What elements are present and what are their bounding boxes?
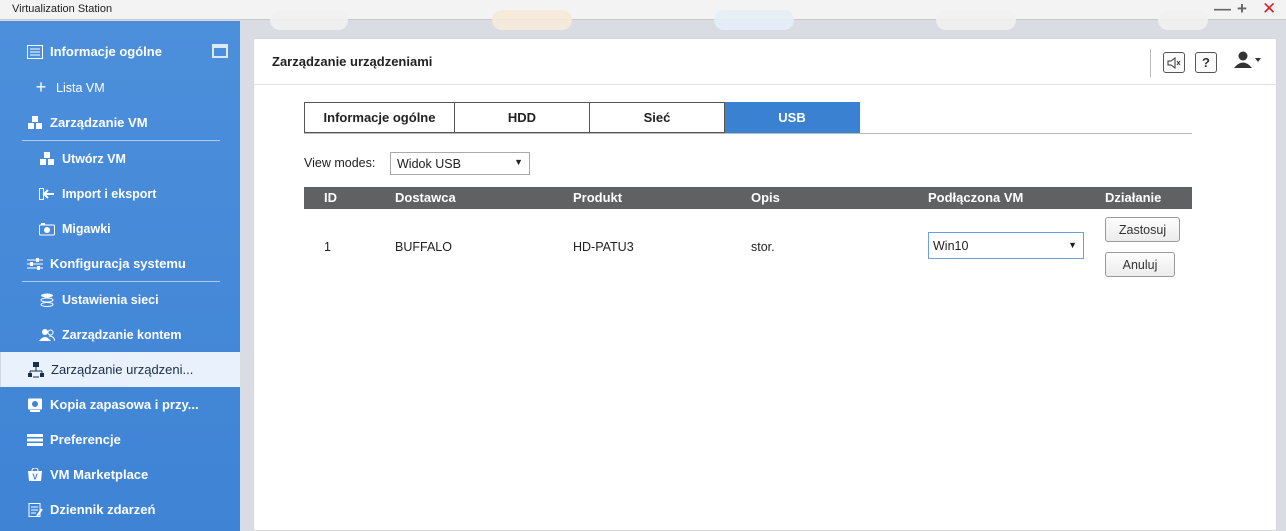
sidebar-item-import-export[interactable]: Import i eksport bbox=[0, 176, 240, 211]
layout-toggle-icon[interactable] bbox=[212, 44, 228, 58]
column-header-connected-vm: Podłączona VM bbox=[928, 190, 1024, 205]
cell-vendor: BUFFALO bbox=[395, 240, 452, 254]
sidebar-item-device-management[interactable]: Zarządzanie urządzeni... bbox=[0, 352, 240, 387]
background-blur bbox=[1158, 10, 1208, 30]
minimize-icon[interactable]: — bbox=[1214, 0, 1231, 18]
preferences-icon bbox=[26, 433, 44, 447]
sidebar-item-label: Zarządzanie urządzeni... bbox=[51, 362, 194, 377]
marketplace-icon: V bbox=[26, 467, 44, 482]
background-blur bbox=[714, 10, 794, 30]
column-header-description: Opis bbox=[751, 190, 780, 205]
page-title: Zarządzanie urządzeniami bbox=[272, 54, 433, 69]
column-header-vendor: Dostawca bbox=[395, 190, 456, 205]
sidebar-item-system-config[interactable]: Konfiguracja systemu bbox=[0, 246, 240, 281]
tab-overview[interactable]: Informacje ogólne bbox=[304, 102, 455, 133]
view-modes-value: Widok USB bbox=[397, 157, 461, 171]
cubes-icon bbox=[38, 151, 56, 166]
caret-down-icon: ▼ bbox=[514, 157, 523, 167]
sidebar-item-label: Preferencje bbox=[50, 432, 121, 447]
help-button[interactable]: ? bbox=[1195, 52, 1217, 73]
users-icon bbox=[38, 328, 56, 342]
sliders-icon bbox=[26, 257, 44, 271]
tab-hdd[interactable]: HDD bbox=[455, 102, 590, 133]
sidebar-item-vm-management[interactable]: Zarządzanie VM bbox=[0, 105, 240, 140]
window-title: Virtualization Station bbox=[12, 3, 113, 15]
import-export-icon bbox=[38, 187, 56, 201]
sidebar-item-account-management[interactable]: Zarządzanie kontem bbox=[0, 317, 240, 352]
sidebar: Informacje ogólne + Lista VM Zarządzanie… bbox=[0, 21, 240, 531]
sidebar-item-snapshots[interactable]: Migawki bbox=[0, 211, 240, 246]
view-modes-label: View modes: bbox=[304, 156, 376, 170]
tab-usb[interactable]: USB bbox=[725, 102, 860, 133]
backup-icon bbox=[26, 398, 44, 412]
sidebar-item-overview[interactable]: Informacje ogólne bbox=[0, 34, 240, 69]
connected-vm-value: Win10 bbox=[933, 239, 969, 253]
column-header-product: Produkt bbox=[573, 190, 623, 205]
close-icon[interactable]: ✕ bbox=[1262, 0, 1276, 18]
cell-id: 1 bbox=[324, 240, 331, 254]
plus-icon: + bbox=[35, 77, 47, 97]
tab-underline bbox=[304, 133, 1192, 134]
sidebar-item-vm-marketplace[interactable]: V VM Marketplace bbox=[0, 457, 240, 492]
device-tree-icon bbox=[27, 361, 45, 377]
list-icon bbox=[26, 44, 44, 59]
user-menu-icon[interactable] bbox=[1234, 51, 1264, 74]
sidebar-item-label: Lista VM bbox=[56, 80, 105, 95]
sidebar-item-create-vm[interactable]: Utwórz VM bbox=[0, 141, 240, 176]
sidebar-item-label: Konfiguracja systemu bbox=[50, 256, 186, 271]
column-header-action: Działanie bbox=[1105, 190, 1162, 205]
header-divider bbox=[1150, 49, 1151, 77]
speaker-icon[interactable] bbox=[1163, 52, 1185, 73]
sidebar-item-label: Kopia zapasowa i przy... bbox=[50, 397, 199, 412]
sidebar-item-network-settings[interactable]: Ustawienia sieci bbox=[0, 282, 240, 317]
cancel-button[interactable]: Anuluj bbox=[1105, 252, 1175, 277]
sidebar-item-label: Migawki bbox=[62, 221, 111, 236]
caret-down-icon: ▼ bbox=[1068, 240, 1077, 250]
cell-description: stor. bbox=[751, 240, 775, 254]
sidebar-item-label: Informacje ogólne bbox=[50, 44, 162, 59]
table-header: ID Dostawca Produkt Opis Podłączona VM D… bbox=[304, 187, 1192, 209]
maximize-icon[interactable]: + bbox=[1237, 0, 1247, 18]
cubes-icon bbox=[26, 115, 44, 130]
tab-network[interactable]: Sieć bbox=[590, 102, 725, 133]
database-icon bbox=[38, 293, 56, 307]
apply-button[interactable]: Zastosuj bbox=[1105, 217, 1180, 242]
connected-vm-select[interactable]: Win10 ▼ bbox=[928, 232, 1084, 259]
sidebar-item-label: VM Marketplace bbox=[50, 467, 149, 482]
background-blur bbox=[492, 10, 572, 30]
table-row: 1 BUFFALO HD-PATU3 stor. Win10 ▼ Zastosu… bbox=[304, 210, 1192, 282]
svg-text:V: V bbox=[32, 472, 38, 481]
sidebar-item-label: Dziennik zdarzeń bbox=[50, 502, 156, 517]
main-header: Zarządzanie urządzeniami ? bbox=[254, 39, 1278, 85]
main-panel: Zarządzanie urządzeniami ? Informacje og… bbox=[253, 38, 1278, 531]
tab-bar: Informacje ogólne HDD Sieć USB bbox=[304, 102, 860, 134]
view-modes-select[interactable]: Widok USB ▼ bbox=[390, 152, 530, 175]
window-titlebar: Virtualization Station — + ✕ bbox=[0, 0, 1286, 30]
background-blur bbox=[270, 10, 348, 30]
sidebar-item-label: Ustawienia sieci bbox=[62, 292, 159, 307]
log-icon bbox=[26, 502, 44, 517]
cell-product: HD-PATU3 bbox=[573, 240, 634, 254]
sidebar-item-label: Zarządzanie kontem bbox=[62, 327, 182, 342]
sidebar-item-label: Zarządzanie VM bbox=[50, 115, 148, 130]
column-header-id: ID bbox=[324, 190, 337, 205]
sidebar-item-backup[interactable]: Kopia zapasowa i przy... bbox=[0, 387, 240, 422]
sidebar-item-vm-list[interactable]: + Lista VM bbox=[0, 70, 240, 105]
camera-icon bbox=[38, 222, 56, 236]
sidebar-item-preferences[interactable]: Preferencje bbox=[0, 422, 240, 457]
background-blur bbox=[936, 10, 1016, 30]
sidebar-item-event-log[interactable]: Dziennik zdarzeń bbox=[0, 492, 240, 527]
sidebar-item-label: Import i eksport bbox=[62, 186, 157, 201]
sidebar-item-label: Utwórz VM bbox=[62, 151, 126, 166]
